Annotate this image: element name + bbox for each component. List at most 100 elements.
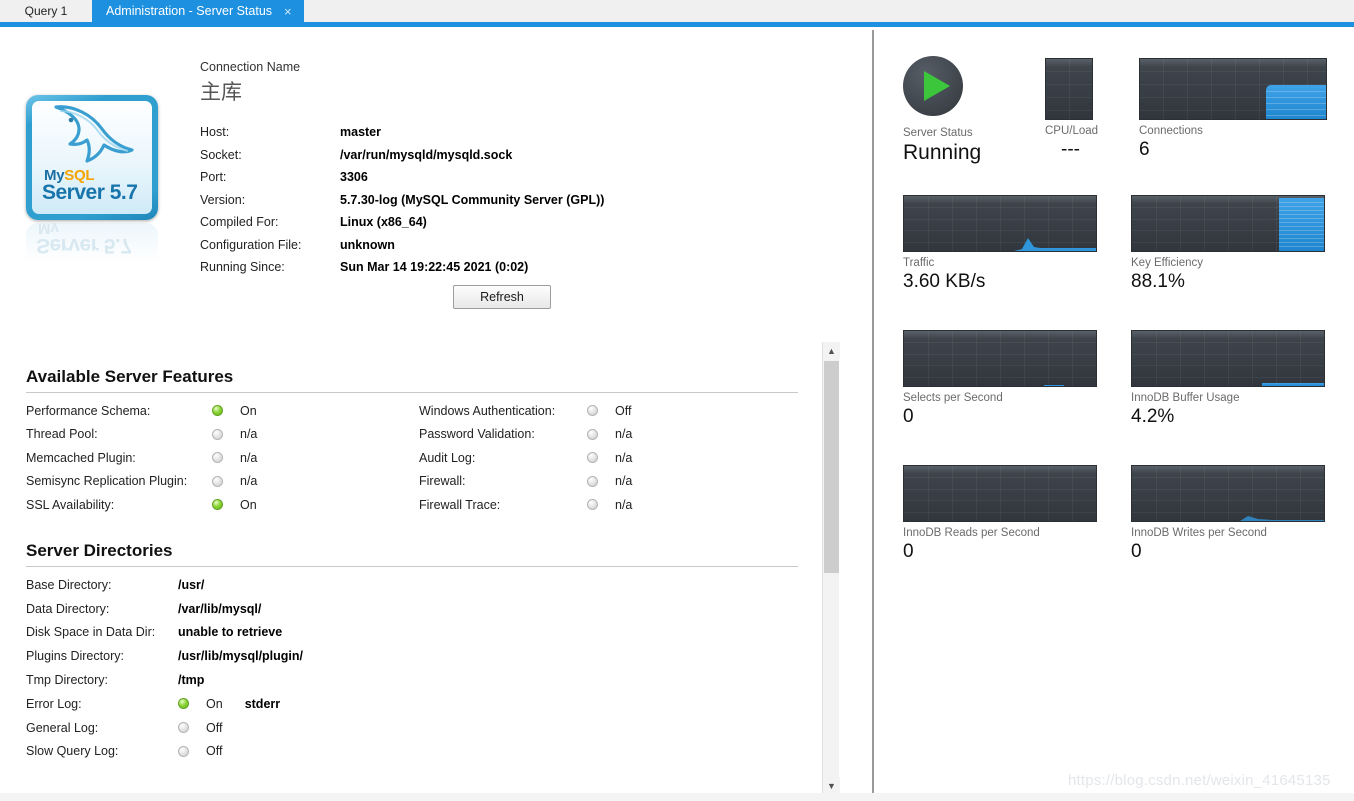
memcached-plugin-label: Memcached Plugin: [26,450,136,465]
key-efficiency-graph [1131,195,1325,252]
mysql-dolphin-icon [54,105,134,163]
status-led-off-icon [212,475,223,487]
available-server-features-title: Available Server Features [26,367,234,386]
cpu-load-value: --- [1061,139,1080,160]
tab-administration-server-status[interactable]: Administration - Server Status × [92,0,304,22]
table-row: Running Since: Sun Mar 14 19:22:45 2021 … [200,260,604,283]
key-efficiency-value: 88.1% [1131,271,1185,292]
innodb-reads-graph [903,465,1097,522]
slow-query-log-label: Slow Query Log: [26,744,119,759]
status-led-off-icon [212,452,223,464]
status-led-off-icon [587,475,598,487]
compiled-for-value: Linux (x86_64) [340,215,427,229]
feature-row-firewall: Firewall: n/a [419,470,632,494]
status-led-off-icon [587,452,598,464]
widget-connections[interactable]: Connections 6 [1139,58,1329,161]
server-directories-title: Server Directories [26,541,173,560]
plugins-directory-value: /usr/lib/mysql/plugin/ [178,649,304,664]
tmp-directory-label: Tmp Directory: [26,673,108,688]
error-log-state: On [206,696,223,711]
feature-row-ssl-availability: SSL Availability: On [26,493,257,517]
status-led-off-icon [178,745,189,757]
widget-innodb-buffer-usage[interactable]: InnoDB Buffer Usage 4.2% [1131,330,1331,428]
innodb-reads-value: 0 [903,541,914,562]
features-section-rule [26,392,798,393]
status-led-off-icon [212,428,223,440]
table-row: Version: 5.7.30-log (MySQL Community Ser… [200,193,604,216]
widget-selects-per-second[interactable]: Selects per Second 0 [903,330,1103,428]
tab-administration-label: Administration - Server Status [106,4,273,18]
status-led-on-icon [212,405,223,417]
widget-key-efficiency[interactable]: Key Efficiency 88.1% [1131,195,1331,293]
widget-cpu-load[interactable]: CPU/Load --- [1045,58,1137,161]
dir-row-general-log: General Log: Off [26,716,222,740]
widget-traffic[interactable]: Traffic 3.60 KB/s [903,195,1103,293]
vertical-scrollbar[interactable]: ▲ ▼ [822,342,840,794]
slow-query-log-state: Off [206,744,223,759]
host-value: master [340,125,381,139]
scroll-up-icon[interactable]: ▲ [823,342,840,359]
socket-label: Socket: [200,147,242,162]
connection-name-value: 主库 [200,81,242,104]
key-efficiency-series-fill [1279,198,1324,251]
firewall-label: Firewall: [419,474,466,489]
data-directory-label: Data Directory: [26,601,110,616]
innodb-buffer-label: InnoDB Buffer Usage [1131,392,1240,404]
widget-innodb-reads-per-second[interactable]: InnoDB Reads per Second 0 [903,465,1103,563]
audit-log-label: Audit Log: [419,450,476,465]
server-status-page: Query 1 Administration - Server Status ×… [0,0,1354,801]
selects-series-fill [1044,384,1064,386]
widget-server-status[interactable]: Server Status Running [903,56,1013,165]
configuration-file-label: Configuration File: [200,237,302,252]
scrollbar-thumb[interactable] [824,361,839,573]
disk-space-value: unable to retrieve [178,625,283,640]
port-label: Port: [200,170,227,184]
version-label: Version: [200,192,246,207]
table-row: Compiled For: Linux (x86_64) [200,215,604,238]
feature-row-performance-schema: Performance Schema: On [26,399,257,423]
password-validation-state: n/a [615,427,633,442]
status-led-off-icon [587,428,598,440]
dir-row-tmp-directory: Tmp Directory: /tmp [26,668,204,692]
table-row: Socket: /var/run/mysqld/mysqld.sock [200,148,604,171]
semisync-replication-plugin-label: Semisync Replication Plugin: [26,474,188,489]
mysql-logo-box: MySQL Server 5.7 [26,95,158,220]
key-efficiency-label: Key Efficiency [1131,257,1204,269]
feature-row-password-validation: Password Validation: n/a [419,423,632,447]
table-row: Configuration File: unknown [200,238,604,261]
innodb-buffer-graph [1131,330,1325,387]
feature-row-memcached-plugin: Memcached Plugin: n/a [26,446,257,470]
play-icon [924,71,950,101]
connection-header: Connection Name 主库 [200,60,300,106]
thread-pool-state: n/a [240,427,258,442]
connection-name-caption: Connection Name [200,60,301,74]
mysql-server-version-text: Server 5.7 [42,181,138,204]
general-log-label: General Log: [26,720,99,735]
socket-value: /var/run/mysqld/mysqld.sock [340,147,513,162]
dir-row-plugins-directory: Plugins Directory: /usr/lib/mysql/plugin… [26,644,303,668]
thread-pool-label: Thread Pool: [26,427,98,442]
status-led-off-icon [587,405,598,417]
feature-row-audit-log: Audit Log: n/a [419,446,632,470]
connections-series-fill [1266,85,1326,119]
general-log-state: Off [206,720,223,735]
innodb-writes-series-fill [1228,516,1324,521]
dir-row-base-directory: Base Directory: /usr/ [26,573,204,597]
base-directory-label: Base Directory: [26,577,112,592]
refresh-button[interactable]: Refresh [453,285,551,309]
firewall-trace-state: n/a [615,497,633,512]
data-directory-value: /var/lib/mysql/ [178,601,262,616]
status-led-off-icon [587,499,598,511]
innodb-writes-value: 0 [1131,541,1142,562]
tab-query-1[interactable]: Query 1 [0,0,92,22]
close-icon[interactable]: × [284,5,292,18]
error-log-label: Error Log: [26,696,82,711]
watermark-text: https://blog.csdn.net/weixin_41645135 [1068,772,1331,789]
tmp-directory-value: /tmp [178,673,205,688]
running-since-label: Running Since: [200,260,285,274]
selects-value: 0 [903,406,914,427]
directories-section-rule [26,566,798,567]
base-directory-value: /usr/ [178,577,205,592]
widget-innodb-writes-per-second[interactable]: InnoDB Writes per Second 0 [1131,465,1331,563]
scroll-down-icon[interactable]: ▼ [823,777,840,794]
